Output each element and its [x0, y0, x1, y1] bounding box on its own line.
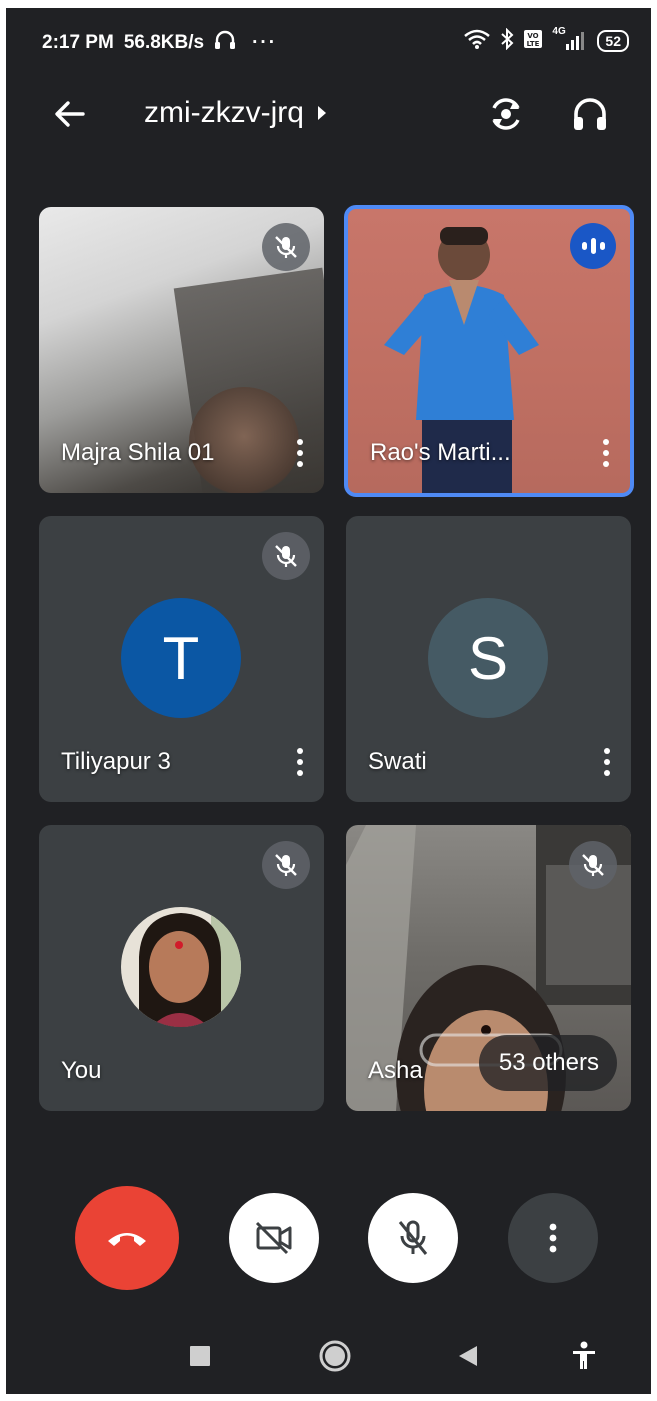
- more-options-icon[interactable]: [290, 435, 310, 471]
- wifi-icon: [463, 29, 491, 52]
- home-icon: [319, 1340, 351, 1372]
- status-speed: 56.8KB/s: [123, 32, 205, 53]
- more-options-icon[interactable]: [597, 744, 617, 780]
- back-arrow-icon: [55, 101, 85, 127]
- profile-photo: [121, 907, 241, 1027]
- muted-badge: [569, 841, 617, 889]
- muted-badge: [262, 223, 310, 271]
- more-options-button[interactable]: [508, 1193, 598, 1283]
- status-bar-right: VO LTE 4G 52: [463, 26, 629, 53]
- switch-camera-button[interactable]: [484, 92, 528, 136]
- mic-off-icon: [275, 854, 297, 876]
- participant-tile[interactable]: Asha 53 others: [346, 825, 631, 1111]
- mic-off-icon: [275, 545, 297, 567]
- end-call-icon: [108, 1233, 146, 1246]
- accessibility-button[interactable]: [562, 1334, 606, 1378]
- audio-output-button[interactable]: [568, 92, 612, 136]
- meeting-header: zmi-zkzv-jrq: [6, 72, 651, 162]
- back-button[interactable]: [48, 92, 92, 136]
- svg-text:VO: VO: [528, 32, 539, 40]
- avatar: S: [428, 598, 548, 718]
- participant-tile-self[interactable]: You: [39, 825, 324, 1111]
- switch-camera-icon: [492, 98, 520, 130]
- mic-toggle-button[interactable]: [368, 1193, 458, 1283]
- recents-button[interactable]: [178, 1334, 222, 1378]
- status-more: ···: [252, 32, 278, 53]
- more-vert-icon: [549, 1223, 557, 1253]
- bluetooth-icon: [500, 27, 514, 53]
- camera-off-icon: [255, 1221, 292, 1255]
- caret-right-icon: [317, 106, 326, 120]
- muted-badge: [262, 841, 310, 889]
- mic-off-icon: [582, 854, 604, 876]
- end-call-button[interactable]: [75, 1186, 179, 1290]
- participant-name: Swati: [368, 748, 427, 775]
- more-options-icon[interactable]: [596, 435, 616, 471]
- avatar: T: [121, 598, 241, 718]
- status-bar-left: 2:17 PM 56.8KB/s ···: [42, 30, 277, 56]
- meet-screen: 2:17 PM 56.8KB/s ··· VO LTE 4G 52 zmi-zk…: [6, 8, 651, 1394]
- system-nav-bar: [6, 1318, 651, 1394]
- participant-tile[interactable]: T Tiliyapur 3: [39, 516, 324, 802]
- speaking-indicator-icon: [570, 223, 616, 269]
- participant-name: Asha: [368, 1057, 423, 1084]
- more-options-icon[interactable]: [290, 744, 310, 780]
- others-count-button[interactable]: 53 others: [478, 1035, 617, 1091]
- home-button[interactable]: [313, 1334, 357, 1378]
- volte-icon: VO LTE: [523, 29, 543, 52]
- accessibility-icon: [573, 1341, 595, 1369]
- meeting-info-button[interactable]: zmi-zkzv-jrq: [144, 96, 328, 130]
- camera-toggle-button[interactable]: [229, 1193, 319, 1283]
- meeting-code: zmi-zkzv-jrq: [144, 96, 304, 129]
- headset-icon: [214, 30, 236, 56]
- participant-tile[interactable]: S Swati: [346, 516, 631, 802]
- participant-tile[interactable]: Majra Shila 01: [39, 207, 324, 493]
- participant-name: You: [61, 1057, 102, 1084]
- muted-badge: [262, 532, 310, 580]
- recents-icon: [190, 1346, 210, 1366]
- signal-icon: 4G: [552, 26, 588, 52]
- participant-name: Rao's Marti...: [370, 439, 511, 466]
- mic-off-icon: [275, 236, 297, 258]
- battery-indicator: 52: [597, 29, 629, 52]
- svg-text:LTE: LTE: [527, 40, 540, 48]
- status-bar: 2:17 PM 56.8KB/s ··· VO LTE 4G 52: [6, 8, 651, 72]
- mic-off-icon: [398, 1220, 428, 1255]
- participant-name: Tiliyapur 3: [61, 748, 171, 775]
- back-nav-button[interactable]: [446, 1334, 490, 1378]
- status-time: 2:17 PM: [42, 32, 114, 53]
- headphones-icon: [574, 98, 606, 130]
- participant-name: Majra Shila 01: [61, 439, 215, 466]
- back-icon: [459, 1346, 477, 1366]
- participant-tile-active-speaker[interactable]: Rao's Marti...: [344, 205, 634, 497]
